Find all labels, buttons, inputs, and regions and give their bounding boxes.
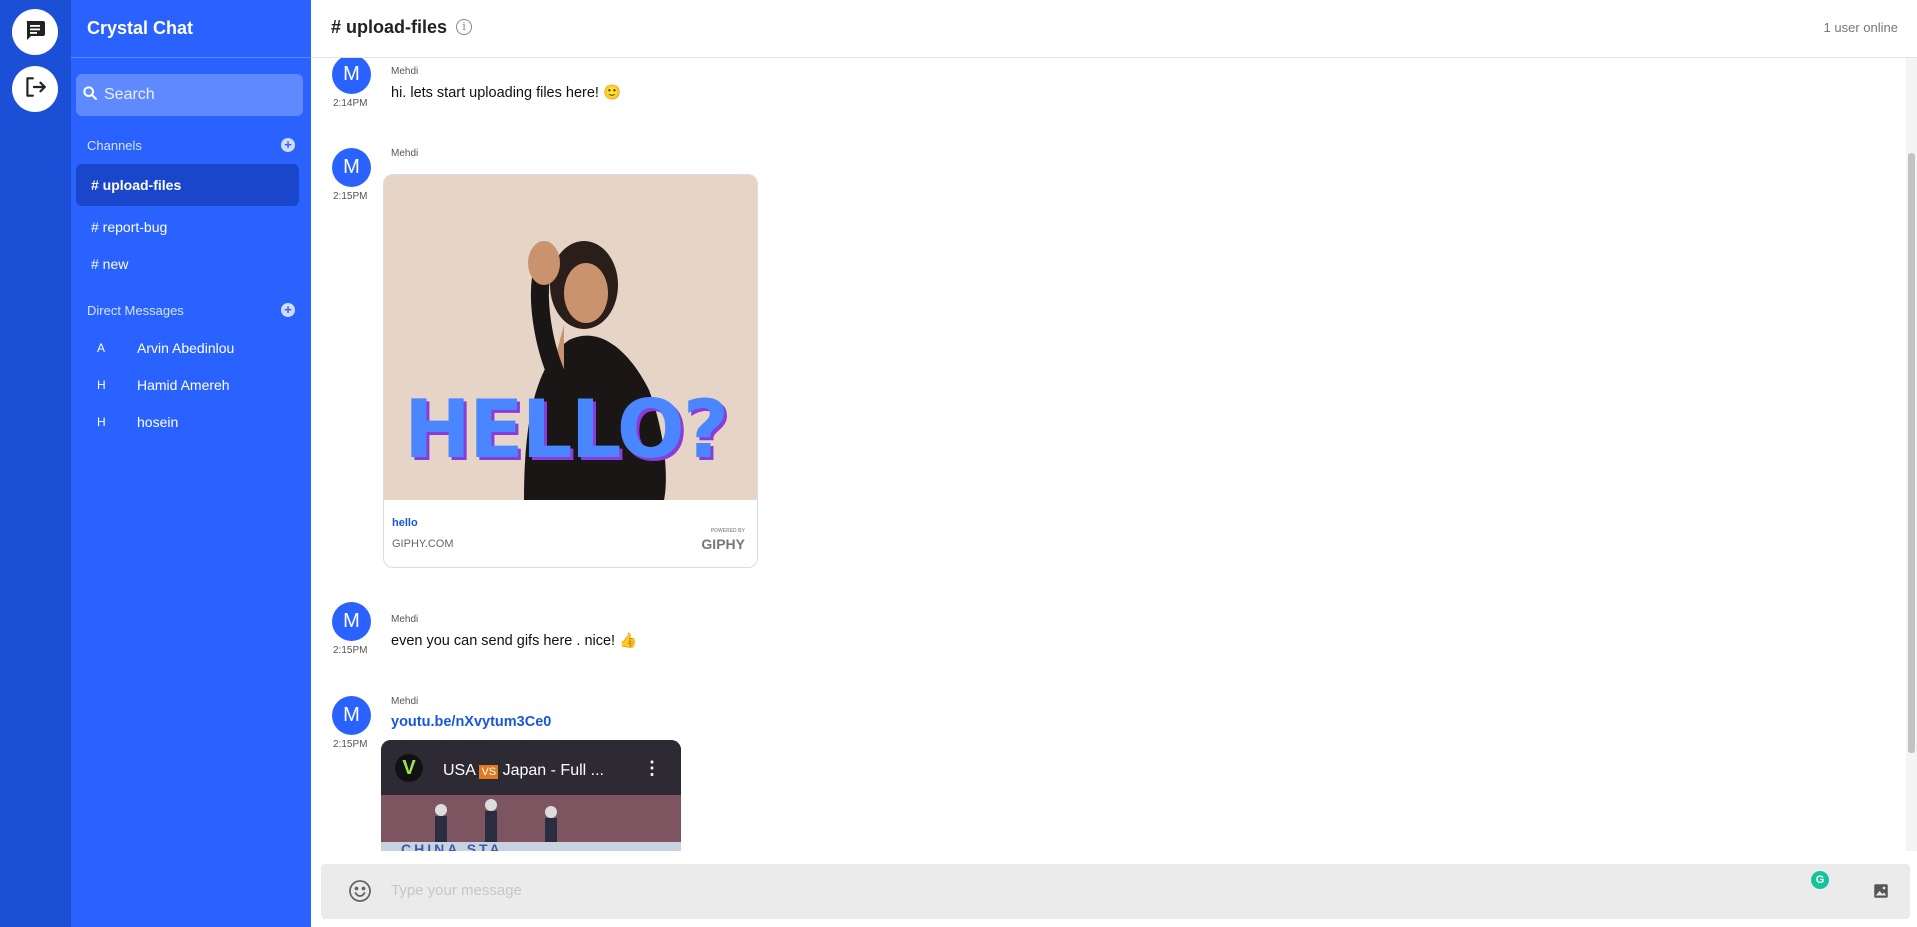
video-title-part: USA [443, 762, 476, 779]
image-upload-icon[interactable] [1872, 882, 1890, 905]
dm-initial: H [97, 415, 106, 429]
search-box[interactable] [76, 74, 303, 116]
dm-initial: A [97, 341, 106, 355]
dm-item-hosein[interactable]: H hosein [97, 410, 178, 434]
message-input[interactable] [389, 881, 1773, 900]
scrollbar-thumb[interactable] [1908, 153, 1915, 753]
app-rail [0, 0, 71, 927]
giphy-logo: GIPHY [701, 536, 745, 552]
logout-button[interactable] [12, 66, 58, 112]
message-author: Mehdi [391, 696, 419, 707]
message-time: 2:14PM [333, 98, 368, 109]
logout-icon [22, 74, 48, 105]
message-time: 2:15PM [333, 191, 368, 202]
dm-title: Direct Messages [87, 303, 184, 318]
channels-title: Channels [87, 138, 142, 153]
avatar: M [332, 58, 371, 94]
plus-icon: + [284, 302, 292, 317]
link-preview-card[interactable]: HELLO? hello GIPHY.COM POWERED BY GIPHY [383, 174, 758, 568]
message-scrollbar[interactable] [1906, 58, 1917, 851]
app-title: Crystal Chat [87, 18, 194, 38]
video-embed[interactable]: V USA VS Japan - Full ... ⋮ CHINA STA [381, 740, 681, 851]
channel-item-new[interactable]: # new [76, 243, 299, 285]
dm-name: Arvin Abedinlou [137, 340, 235, 356]
message-composer: G [321, 864, 1910, 919]
channel-item-upload-files[interactable]: # upload-files [76, 164, 299, 206]
video-title-part: Japan - Full ... [502, 762, 604, 779]
divider [71, 57, 311, 58]
channel-item-report-bug[interactable]: # report-bug [76, 206, 299, 248]
grammarly-icon[interactable]: G [1811, 871, 1829, 889]
preview-title-link[interactable]: hello [392, 517, 418, 529]
sidebar: Crystal Chat Channels + # upload-files #… [71, 0, 311, 927]
avatar: M [332, 148, 371, 187]
message-time: 2:15PM [333, 645, 368, 656]
video-banner-text: CHINA STA [401, 841, 503, 851]
search-icon [82, 85, 98, 106]
dm-item-arvin[interactable]: A Arvin Abedinlou [97, 336, 234, 360]
dm-item-hamid[interactable]: H Hamid Amereh [97, 373, 230, 397]
message-text: even you can send gifs here . nice! 👍 [391, 633, 638, 649]
chat-icon [23, 18, 47, 47]
dm-name: Hamid Amereh [137, 377, 230, 393]
avatar: M [332, 602, 371, 641]
add-dm-button[interactable]: + [281, 303, 295, 317]
gif-caption: HELLO? [404, 383, 729, 476]
message-author: Mehdi [391, 66, 419, 77]
more-options-icon[interactable]: ⋮ [643, 758, 661, 779]
search-input[interactable] [102, 85, 296, 105]
gif-image[interactable]: HELLO? [384, 175, 757, 500]
page-title: # upload-files [331, 17, 448, 37]
powered-by-label: POWERED BY [710, 528, 745, 534]
message-author: Mehdi [391, 614, 419, 625]
message-text: hi. lets start uploading files here! 🙂 [391, 85, 622, 101]
dm-name: hosein [137, 414, 179, 430]
video-title: USA VS Japan - Full ... [443, 762, 604, 780]
message-author: Mehdi [391, 148, 419, 159]
plus-icon: + [284, 137, 292, 152]
message-list[interactable]: M 2:14PM Mehdi hi. lets start uploading … [311, 58, 1906, 851]
info-icon[interactable]: i [456, 19, 472, 35]
dm-initial: H [97, 378, 106, 392]
message-time: 2:15PM [333, 739, 368, 750]
channel-label: # upload-files [91, 177, 182, 193]
emoji-icon[interactable] [348, 879, 372, 908]
youtube-link[interactable]: youtu.be/nXvytum3Ce0 [391, 714, 551, 730]
avatar: M [332, 696, 371, 735]
add-channel-button[interactable]: + [281, 138, 295, 152]
channel-label: # new [91, 256, 129, 272]
channel-label: # report-bug [91, 219, 168, 235]
vs-badge: VS [479, 765, 499, 779]
chat-button[interactable] [12, 9, 58, 55]
channel-logo-icon: V [395, 754, 423, 782]
channel-header: # upload-files i 1 user online [311, 0, 1917, 58]
online-status: 1 user online [1823, 20, 1898, 35]
preview-site: GIPHY.COM [392, 538, 454, 550]
